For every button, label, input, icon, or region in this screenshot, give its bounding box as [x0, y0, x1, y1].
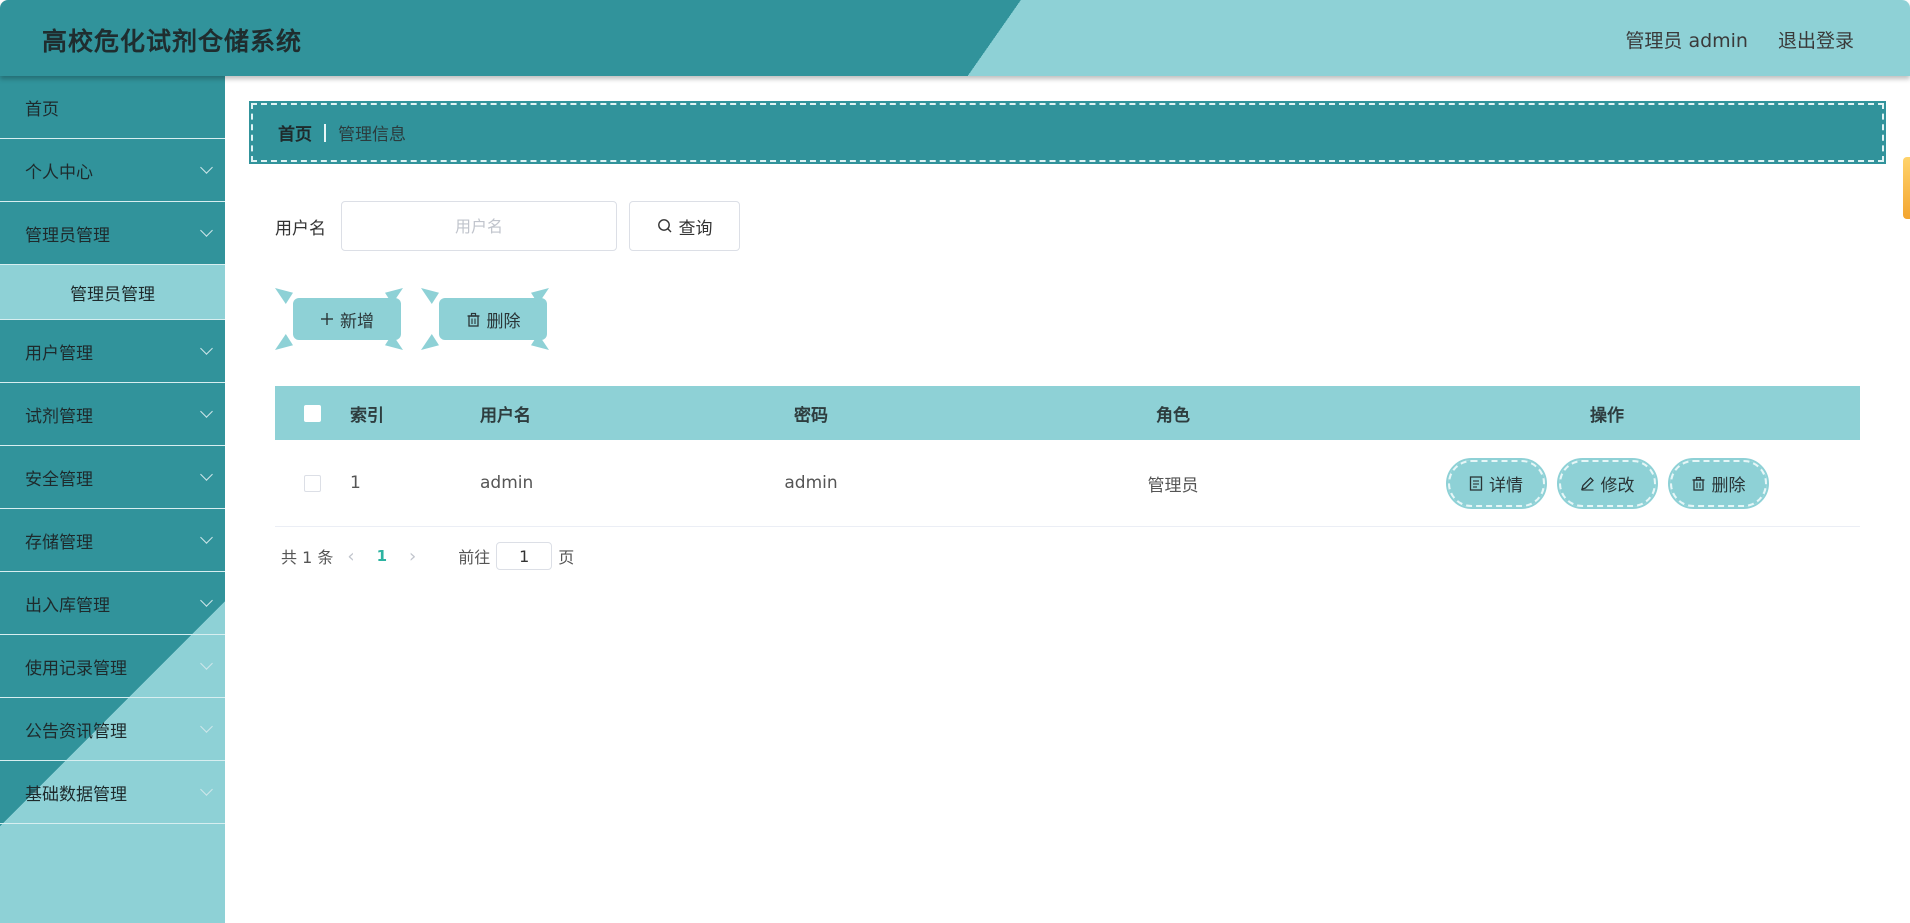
edit-button-label: 修改 [1600, 475, 1635, 496]
app-title: 高校危化试剂仓储系统 [42, 27, 303, 56]
page-number-current[interactable]: 1 [377, 547, 387, 565]
username-search-label: 用户名 [275, 218, 326, 239]
pagination-goto-label: 前往 [458, 548, 491, 567]
sidebar-item-label: 首页 [25, 99, 59, 120]
header-user-area: 管理员 admin 退出登录 [1625, 26, 1854, 53]
chevron-right-icon[interactable]: › [409, 546, 416, 567]
pagination-goto-input[interactable] [496, 542, 553, 570]
sidebar-subitem-admin-management[interactable]: 管理员管理 [0, 265, 225, 320]
admin-table: 索引 用户名 密码 角色 操作 1 admin admin 管理员 详情 修改 [275, 386, 1860, 527]
cell-password: admin [784, 473, 838, 493]
pagination: 共 1 条 ‹ 1 › 前往 页 [281, 542, 574, 570]
sidebar-item-label: 使用记录管理 [25, 658, 127, 679]
breadcrumb-current: 管理信息 [338, 125, 406, 145]
sidebar-item-inout-management[interactable]: 出入库管理 [0, 572, 225, 635]
column-header-role: 角色 [1156, 405, 1190, 426]
table-row: 1 admin admin 管理员 详情 修改 删除 [275, 440, 1860, 527]
username-search-input[interactable] [341, 201, 617, 251]
row-delete-button-label: 删除 [1711, 475, 1746, 496]
cell-index: 1 [350, 473, 361, 493]
chevron-down-icon [200, 161, 213, 174]
column-header-index: 索引 [350, 405, 384, 426]
cell-username: admin [480, 473, 534, 493]
logout-link[interactable]: 退出登录 [1778, 26, 1854, 53]
query-button-label: 查询 [678, 218, 713, 239]
breadcrumb-home[interactable]: 首页 [278, 120, 312, 145]
sidebar-item-label: 用户管理 [25, 343, 93, 364]
chevron-down-icon [200, 342, 213, 355]
chevron-down-icon [200, 720, 213, 733]
search-form: 用户名 查询 [275, 201, 740, 251]
side-edge-tab[interactable] [1903, 157, 1910, 219]
breadcrumb: 首页 管理信息 [249, 101, 1886, 164]
sidebar-item-home[interactable]: 首页 [0, 76, 225, 139]
batch-delete-button[interactable]: 删除 [421, 288, 549, 350]
column-header-username: 用户名 [480, 405, 531, 426]
select-all-checkbox[interactable] [304, 404, 321, 422]
column-header-operation: 操作 [1590, 405, 1624, 426]
sidebar-item-label: 试剂管理 [25, 406, 93, 427]
sidebar-item-label: 存储管理 [25, 532, 93, 553]
add-button-label: 新增 [340, 311, 374, 332]
chevron-down-icon [200, 783, 213, 796]
sidebar-item-label: 安全管理 [25, 469, 93, 490]
sidebar: 首页 个人中心 管理员管理 管理员管理 用户管理 试剂管理 安全管理 存储管理 … [0, 76, 225, 923]
detail-button-label: 详情 [1489, 475, 1523, 496]
chevron-down-icon [200, 224, 213, 237]
sidebar-item-reagent-management[interactable]: 试剂管理 [0, 383, 225, 446]
table-header-row: 索引 用户名 密码 角色 操作 [275, 386, 1860, 440]
pagination-total: 共 1 条 [281, 548, 334, 567]
pagination-page-suffix: 页 [558, 548, 575, 567]
sidebar-item-label: 基础数据管理 [25, 784, 127, 805]
edit-button[interactable]: 修改 [1556, 457, 1658, 509]
chevron-left-icon[interactable]: ‹ [347, 546, 354, 567]
sidebar-item-usage-record-management[interactable]: 使用记录管理 [0, 635, 225, 698]
row-checkbox[interactable] [304, 474, 321, 492]
detail-button[interactable]: 详情 [1445, 457, 1547, 509]
query-button[interactable]: 查询 [629, 201, 740, 251]
sidebar-item-label: 个人中心 [25, 162, 93, 183]
breadcrumb-separator [324, 123, 326, 142]
sidebar-item-label: 出入库管理 [25, 595, 110, 616]
sidebar-item-label: 公告资讯管理 [25, 721, 127, 742]
current-user-label[interactable]: 管理员 admin [1625, 26, 1748, 53]
add-button[interactable]: 新增 [275, 288, 403, 350]
chevron-down-icon [200, 657, 213, 670]
document-icon [1469, 475, 1483, 491]
batch-delete-button-label: 删除 [486, 311, 521, 332]
chevron-down-icon [200, 531, 213, 544]
sidebar-item-admin-management[interactable]: 管理员管理 [0, 202, 225, 265]
sidebar-item-label: 管理员管理 [25, 225, 110, 246]
cell-role: 管理员 [1147, 475, 1199, 496]
chevron-down-icon [200, 405, 213, 418]
chevron-down-icon [200, 594, 213, 607]
sidebar-item-storage-management[interactable]: 存储管理 [0, 509, 225, 572]
row-actions: 详情 修改 删除 [1354, 457, 1860, 509]
chevron-down-icon [200, 468, 213, 481]
sidebar-item-safety-management[interactable]: 安全管理 [0, 446, 225, 509]
pencil-icon [1580, 476, 1595, 491]
trash-icon [466, 312, 481, 327]
action-bar: 新增 删除 [275, 288, 549, 350]
sidebar-item-user-management[interactable]: 用户管理 [0, 320, 225, 383]
sidebar-item-basic-data-management[interactable]: 基础数据管理 [0, 761, 225, 824]
search-icon [657, 218, 673, 234]
top-header: 高校危化试剂仓储系统 管理员 admin 退出登录 [0, 0, 1910, 76]
row-delete-button[interactable]: 删除 [1667, 457, 1769, 509]
trash-icon [1691, 476, 1706, 491]
sidebar-item-announcement-management[interactable]: 公告资讯管理 [0, 698, 225, 761]
column-header-password: 密码 [794, 405, 828, 426]
sidebar-item-label: 管理员管理 [70, 284, 155, 305]
sidebar-item-personal-center[interactable]: 个人中心 [0, 139, 225, 202]
plus-icon [320, 312, 334, 326]
